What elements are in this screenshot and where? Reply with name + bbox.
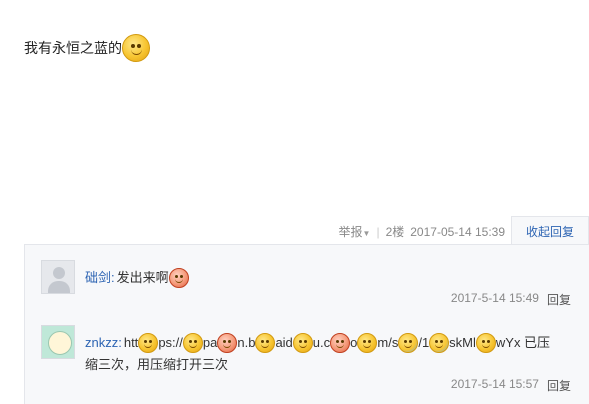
sunglasses-emoji-icon — [292, 333, 313, 353]
reply-segment: n.b — [237, 335, 256, 350]
collapse-replies-button[interactable]: 收起回复 — [511, 216, 589, 246]
list-item: znkzz: htt ps:// pa n.b aid u.c o m/s /1… — [41, 325, 581, 400]
post-text: 我有永恒之蓝的 — [24, 40, 122, 56]
post-time: 2017-05-14 15:39 — [410, 224, 505, 239]
reply-button[interactable]: 回复 — [547, 291, 571, 308]
reply-meta: 2017-5-14 15:57 回复 — [451, 377, 571, 394]
angry-emoji-icon — [330, 333, 351, 353]
reply-text: 础剑: 发出来啊 — [85, 267, 575, 289]
reply-segment: skMl — [449, 335, 476, 350]
reply-meta: 2017-5-14 15:49 回复 — [451, 291, 571, 308]
reply-segment: u.c — [312, 335, 331, 350]
avatar[interactable] — [41, 325, 75, 359]
reply-segment: pa — [202, 335, 218, 350]
tongue-emoji-icon — [217, 333, 238, 353]
reply-line-two: 缩三次，用压缩打开三次 — [85, 357, 229, 372]
list-item: 础剑: 发出来啊 2017-5-14 15:49 回复 — [41, 260, 581, 320]
reply-segment: ps:// — [158, 335, 183, 350]
post-meta: 举报▼ | 2楼 2017-05-14 15:39 — [338, 223, 506, 240]
reply-time: 2017-5-14 15:57 — [450, 377, 539, 391]
report-link[interactable]: 举报▼ — [339, 223, 371, 240]
avatar[interactable] — [41, 260, 75, 294]
floor-number: 2楼 — [385, 225, 405, 239]
reply-segment: m/s — [377, 335, 399, 350]
angry-emoji-icon — [168, 268, 189, 288]
reply-list: 础剑: 发出来啊 2017-5-14 15:49 回复 znkzz: htt p… — [24, 244, 589, 404]
reply-segment: aid — [275, 335, 293, 350]
post-meta-bar: 举报▼ | 2楼 2017-05-14 15:39 收起回复 — [0, 216, 589, 246]
reply-time: 2017-5-14 15:49 — [450, 291, 539, 305]
reply-segment: htt — [123, 335, 139, 350]
grin-emoji-icon — [182, 333, 203, 353]
smile-emoji-icon — [138, 333, 159, 353]
post-content: 我有永恒之蓝的 — [24, 34, 150, 62]
cry-emoji-icon — [429, 333, 450, 353]
reply-segment: /1 — [418, 335, 430, 350]
reply-username[interactable]: znkzz: — [85, 332, 122, 354]
caret-down-icon: ▼ — [362, 229, 371, 238]
reply-button[interactable]: 回复 — [547, 377, 571, 394]
reply-text: znkzz: htt ps:// pa n.b aid u.c o m/s /1… — [85, 332, 575, 376]
reply-username[interactable]: 础剑: — [85, 267, 115, 289]
sweat-emoji-icon — [398, 333, 419, 353]
reply-segment: wYx 已压 — [495, 335, 551, 350]
smile-emoji-icon — [357, 333, 378, 353]
reply-content: 发出来啊 — [116, 270, 169, 285]
shy-emoji-icon — [475, 333, 496, 353]
surprised-emoji-icon — [255, 333, 276, 353]
smile-emoji-icon — [122, 34, 150, 62]
reply-segment: o — [350, 335, 358, 350]
